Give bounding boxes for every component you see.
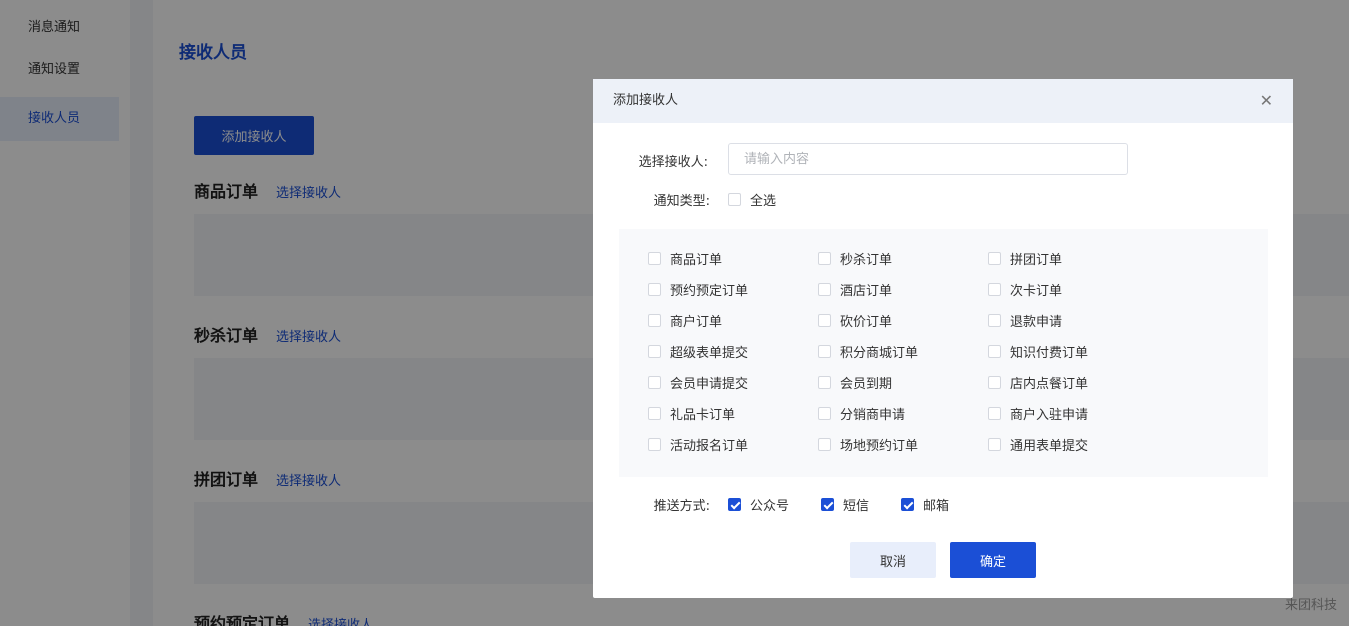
type-checkbox-item[interactable]: 超级表单提交	[648, 342, 818, 361]
push-item-email[interactable]: 邮箱	[901, 495, 949, 514]
type-checkbox[interactable]	[818, 376, 831, 389]
type-checkbox[interactable]	[988, 407, 1001, 420]
type-label: 积分商城订单	[840, 346, 919, 361]
push-checkbox-email[interactable]	[901, 498, 914, 511]
type-checkbox-item[interactable]: 分销商申请	[818, 404, 988, 423]
type-checkbox[interactable]	[988, 438, 1001, 451]
type-label: 分销商申请	[840, 408, 906, 423]
type-checkbox-item[interactable]: 退款申请	[988, 311, 1158, 330]
type-checkbox-item[interactable]: 会员到期	[818, 373, 988, 392]
type-checkbox-item[interactable]: 积分商城订单	[818, 342, 988, 361]
push-item-sms[interactable]: 短信	[821, 495, 869, 514]
type-label: 预约预定订单	[670, 284, 749, 299]
notice-type-label: 通知类型:	[653, 194, 710, 209]
recipient-label: 选择接收人:	[638, 155, 708, 170]
add-recipient-dialog: 添加接收人 ✕ 选择接收人: 通知类型: 全选 商品订单 秒杀订单 拼团订单 预…	[593, 79, 1293, 598]
type-label: 礼品卡订单	[670, 408, 736, 423]
type-label: 酒店订单	[840, 284, 893, 299]
push-item-wechat[interactable]: 公众号	[728, 495, 789, 514]
type-checkbox[interactable]	[648, 438, 661, 451]
type-checkbox[interactable]	[818, 407, 831, 420]
type-label: 拼团订单	[1010, 253, 1063, 268]
type-checkbox[interactable]	[818, 314, 831, 327]
type-label: 次卡订单	[1010, 284, 1063, 299]
dialog-header: 添加接收人 ✕	[593, 79, 1293, 123]
type-label: 商品订单	[670, 253, 723, 268]
type-label: 店内点餐订单	[1010, 377, 1089, 392]
type-checkbox[interactable]	[648, 345, 661, 358]
type-checkbox[interactable]	[818, 252, 831, 265]
type-checkbox-item[interactable]: 店内点餐订单	[988, 373, 1158, 392]
type-checkbox[interactable]	[818, 438, 831, 451]
select-all-label: 全选	[750, 194, 777, 209]
type-checkbox[interactable]	[988, 283, 1001, 296]
cancel-button[interactable]: 取消	[850, 542, 936, 578]
type-label: 退款申请	[1010, 315, 1063, 330]
type-checkbox-item[interactable]: 次卡订单	[988, 280, 1158, 299]
type-checkbox-item[interactable]: 秒杀订单	[818, 249, 988, 268]
type-checkbox-item[interactable]: 礼品卡订单	[648, 404, 818, 423]
type-checkbox-item[interactable]: 商户订单	[648, 311, 818, 330]
type-checkbox-item[interactable]: 拼团订单	[988, 249, 1158, 268]
type-checkbox-item[interactable]: 知识付费订单	[988, 342, 1158, 361]
type-label: 活动报名订单	[670, 439, 749, 454]
push-label: 公众号	[750, 499, 790, 514]
push-label: 短信	[843, 499, 870, 514]
type-checkbox[interactable]	[648, 283, 661, 296]
type-checkbox[interactable]	[988, 314, 1001, 327]
type-checkbox[interactable]	[988, 252, 1001, 265]
type-checkbox-item[interactable]: 预约预定订单	[648, 280, 818, 299]
notice-types-box: 商品订单 秒杀订单 拼团订单 预约预定订单 酒店订单 次卡订单 商户订单 砍价订…	[619, 229, 1268, 477]
type-label: 会员申请提交	[670, 377, 749, 392]
push-checkbox-sms[interactable]	[821, 498, 834, 511]
type-checkbox[interactable]	[648, 314, 661, 327]
watermark: 来团科技	[1284, 598, 1337, 613]
type-label: 商户入驻申请	[1010, 408, 1089, 423]
type-checkbox-item[interactable]: 砍价订单	[818, 311, 988, 330]
type-checkbox[interactable]	[648, 376, 661, 389]
type-checkbox-item[interactable]: 活动报名订单	[648, 435, 818, 454]
push-label: 邮箱	[923, 499, 950, 514]
type-label: 商户订单	[670, 315, 723, 330]
select-all-checkbox[interactable]	[728, 193, 741, 206]
type-checkbox[interactable]	[818, 283, 831, 296]
type-checkbox[interactable]	[988, 345, 1001, 358]
type-checkbox-item[interactable]: 酒店订单	[818, 280, 988, 299]
type-checkbox[interactable]	[648, 252, 661, 265]
type-label: 场地预约订单	[840, 439, 919, 454]
type-label: 超级表单提交	[670, 346, 749, 361]
dialog-title: 添加接收人	[613, 93, 679, 108]
type-checkbox-item[interactable]: 商品订单	[648, 249, 818, 268]
type-checkbox-item[interactable]: 场地预约订单	[818, 435, 988, 454]
confirm-button[interactable]: 确定	[950, 542, 1036, 578]
type-checkbox[interactable]	[988, 376, 1001, 389]
type-label: 秒杀订单	[840, 253, 893, 268]
select-all-checkbox-wrap[interactable]: 全选	[728, 190, 776, 209]
type-checkbox[interactable]	[818, 345, 831, 358]
type-checkbox-item[interactable]: 商户入驻申请	[988, 404, 1158, 423]
recipient-search-input[interactable]	[728, 143, 1128, 175]
type-checkbox[interactable]	[648, 407, 661, 420]
type-label: 知识付费订单	[1010, 346, 1089, 361]
type-checkbox-item[interactable]: 会员申请提交	[648, 373, 818, 392]
type-checkbox-item[interactable]: 通用表单提交	[988, 435, 1158, 454]
close-icon[interactable]: ✕	[1260, 79, 1273, 123]
push-checkbox-wechat[interactable]	[728, 498, 741, 511]
type-label: 会员到期	[840, 377, 893, 392]
type-label: 通用表单提交	[1010, 439, 1089, 454]
push-method-label: 推送方式:	[653, 499, 710, 514]
type-label: 砍价订单	[840, 315, 893, 330]
